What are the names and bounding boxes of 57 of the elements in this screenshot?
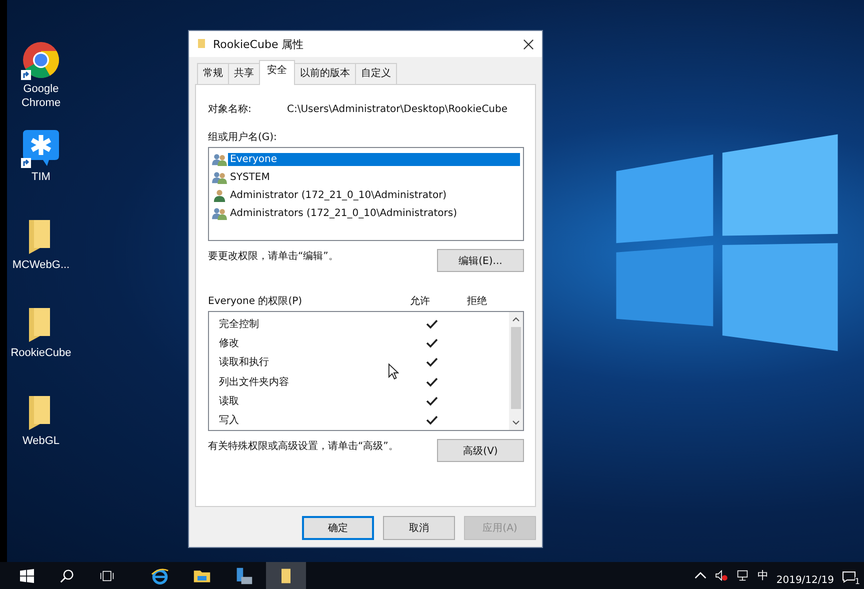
user-group-icon — [212, 170, 227, 184]
edit-button[interactable]: 编辑(E)... — [437, 249, 524, 272]
desktop-icon-label[interactable]: MCWebG... — [7, 258, 75, 272]
mouse-cursor-icon — [388, 363, 399, 380]
object-path: C:\Users\Administrator\Desktop\RookieCube — [287, 104, 508, 114]
notification-count: 1 — [854, 576, 860, 586]
chrome-logo-icon[interactable] — [21, 40, 61, 80]
notification-icon — [842, 570, 856, 582]
search-icon[interactable] — [60, 568, 74, 582]
notification-button[interactable]: 1 — [842, 568, 860, 584]
object-name-label: 对象名称: — [208, 102, 252, 116]
permissions-label: Everyone 的权限(P) — [208, 294, 304, 308]
tab[interactable]: 常规 — [197, 63, 229, 84]
groups-label: 组或用户名(G): — [208, 130, 278, 144]
permission-name: 读取和执行 — [219, 356, 270, 370]
speaker-muted-icon[interactable] — [715, 570, 728, 581]
desktop-icon-label[interactable]: TIM — [7, 170, 75, 184]
asterisk-chat-icon[interactable] — [21, 128, 61, 168]
edit-hint: 要更改权限，请单击“编辑”。 — [208, 250, 338, 263]
window-title: RookieCube 属性 — [213, 36, 305, 52]
deny-column-header: 拒绝 — [467, 294, 488, 308]
close-icon[interactable] — [523, 38, 534, 50]
chevron-up-icon[interactable] — [694, 570, 708, 581]
user-list-item[interactable]: Everyone — [228, 152, 520, 166]
tab[interactable]: 安全 — [259, 60, 295, 85]
scrollbar[interactable] — [509, 312, 523, 430]
tab[interactable]: 自定义 — [355, 63, 397, 84]
user-group-icon — [212, 152, 227, 166]
user-list-item[interactable]: Administrator (172_21_0_10\Administrator) — [228, 188, 449, 202]
allow-column-header: 允许 — [410, 294, 431, 308]
input-method-indicator[interactable]: 中 — [757, 568, 768, 583]
user-list-item[interactable]: SYSTEM — [228, 170, 272, 184]
user-group-icon — [212, 206, 227, 220]
advanced-hint: 有关特殊权限或高级设置，请单击“高级”。 — [208, 440, 398, 453]
dialog-button[interactable]: 确定 — [302, 516, 374, 540]
scroll-down-icon[interactable] — [512, 420, 520, 425]
permission-name: 完全控制 — [219, 318, 260, 331]
task-view-icon[interactable] — [100, 568, 114, 582]
browser-e-icon[interactable] — [151, 566, 169, 584]
permission-name: 列出文件夹内容 — [219, 376, 290, 389]
desktop-icon-label[interactable]: Google Chrome — [7, 82, 75, 110]
scroll-up-icon[interactable] — [512, 317, 520, 322]
user-list-item[interactable]: Administrators (172_21_0_10\Administrators) — [228, 206, 460, 220]
permission-name: 写入 — [219, 414, 240, 428]
user-icon — [212, 188, 227, 202]
dialog-button[interactable]: 取消 — [383, 516, 455, 540]
desktop-icon-label[interactable]: RookieCube — [7, 346, 75, 360]
permission-name: 修改 — [219, 336, 240, 350]
windows-start-icon[interactable] — [20, 568, 34, 582]
server-manager-icon[interactable] — [235, 566, 253, 584]
taskbar-app-button[interactable] — [266, 562, 306, 589]
permission-name: 读取 — [219, 394, 240, 408]
folder-icon — [197, 38, 207, 50]
desktop-icon-label[interactable]: WebGL — [7, 434, 75, 448]
network-icon[interactable] — [736, 570, 750, 581]
clock-date[interactable]: 2019/12/19 — [776, 574, 834, 586]
advanced-button[interactable]: 高级(V) — [437, 439, 524, 462]
